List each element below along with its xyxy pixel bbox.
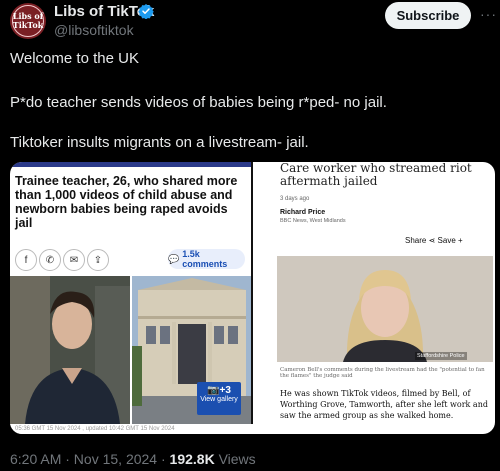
account-handle[interactable]: @libsoftiktok	[54, 22, 134, 38]
save-label: Save +	[437, 236, 463, 245]
camera-icon: 📷	[207, 385, 220, 396]
views-count: 192.8K	[169, 451, 215, 467]
share-icons-row: f ✆ ✉ ⇪ 💬 1.5k comments	[15, 249, 247, 271]
messenger-icon: ✉	[63, 249, 85, 271]
subscribe-button[interactable]: Subscribe	[385, 2, 471, 29]
facebook-icon: f	[15, 249, 37, 271]
right-article-headline: Care worker who streamed riot aftermath …	[280, 162, 472, 188]
tweet-meta: 6:20 AM · Nov 15, 2024 · 192.8K Views	[10, 451, 256, 467]
share-icon: ⋖	[428, 236, 436, 245]
comments-count: 1.5k comments	[182, 249, 228, 269]
tweet-header: Libs of TikTok Libs of TikTok @libsoftik…	[0, 0, 500, 40]
avatar[interactable]: Libs of TikTok	[10, 3, 46, 39]
article-author: Richard Price	[280, 209, 326, 216]
mugshot-photo	[277, 256, 493, 362]
comment-icon: 💬	[168, 253, 180, 264]
avatar-text-line2: TikTok	[12, 20, 44, 30]
photo-caption: Cameron Bell's comments during the lives…	[280, 367, 485, 379]
photo-credit: Staffordshire Police	[415, 352, 467, 360]
share-icon: ⇪	[87, 249, 109, 271]
view-gallery-button[interactable]: 📷+3 View gallery	[197, 382, 241, 415]
media-image-left[interactable]: Trainee teacher, 26, who shared more tha…	[10, 162, 256, 434]
whatsapp-icon: ✆	[39, 249, 61, 271]
media-image-right[interactable]: Care worker who streamed riot aftermath …	[253, 162, 495, 434]
share-label: Share	[405, 236, 427, 245]
tweet-timestamp[interactable]: 6:20 AM · Nov 15, 2024 ·	[10, 451, 170, 467]
article-date: 3 days ago	[280, 196, 310, 202]
tweet-text-line-2: P*do teacher sends videos of babies bein…	[10, 94, 387, 111]
share-save-row: Share ⋖ Save +	[405, 236, 463, 245]
views-label: Views	[214, 451, 256, 467]
tweet-text-line-1: Welcome to the UK	[10, 50, 139, 67]
man-photo	[10, 276, 130, 424]
tweet-media[interactable]: Trainee teacher, 26, who shared more tha…	[10, 162, 495, 434]
tweet-text-line-3: Tiktoker insults migrants on a livestrea…	[10, 134, 309, 151]
left-article-headline: Trainee teacher, 26, who shared more tha…	[15, 174, 238, 230]
comments-badge: 💬 1.5k comments	[168, 249, 245, 269]
avatar-text-line1: Libs of	[12, 11, 44, 21]
gallery-label: View gallery	[200, 396, 238, 403]
more-options-icon[interactable]: ···	[480, 7, 498, 22]
article-body: He was shown TikTok videos, filmed by Be…	[280, 389, 488, 420]
verified-badge-icon	[138, 4, 154, 19]
gallery-count: +3	[219, 385, 231, 396]
article-location: BBC News, West Midlands	[280, 218, 346, 224]
article-timestamp: 05:36 GMT 15 Nov 2024 , updated 10:42 GM…	[10, 424, 256, 434]
